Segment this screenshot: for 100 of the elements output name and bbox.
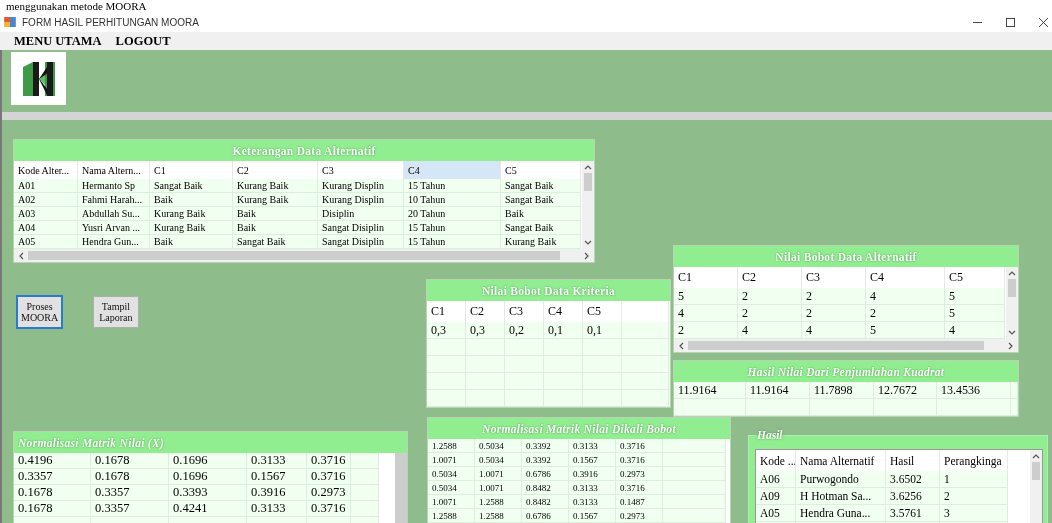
- table-cell: 0,3: [427, 322, 466, 339]
- action-button[interactable]: Proses MOORA: [16, 295, 64, 329]
- panel-title: Nilai Bobot Data Alternatif: [674, 246, 1018, 267]
- table-cell: A05: [756, 505, 796, 522]
- table-cell: [663, 481, 726, 495]
- close-icon[interactable]: [1039, 17, 1048, 27]
- table-cell: [746, 399, 810, 416]
- table-cell: 0.1696: [169, 469, 247, 485]
- table-cell: 11.9164: [674, 382, 746, 399]
- table-cell: 15 Tahun: [404, 179, 501, 193]
- table-cell: 1.2588: [428, 509, 475, 523]
- table-cell: Hendra Gun...: [78, 235, 150, 249]
- table-cell: Purwogondo: [796, 471, 886, 488]
- table-cell: 0.3133: [569, 481, 616, 495]
- table-cell: [351, 469, 379, 485]
- menu-item[interactable]: MENU UTAMA: [14, 33, 102, 49]
- table-cell: 0.3716: [616, 481, 663, 495]
- table-cell: 10 Tahun: [404, 193, 501, 207]
- table-cell: Kurang Baik: [150, 207, 233, 221]
- chevron-down-icon[interactable]: [584, 240, 592, 246]
- table-cell: 13.4536: [937, 382, 1011, 399]
- table-cell: 0.1487: [616, 495, 663, 509]
- horizontal-scrollbar[interactable]: [14, 249, 594, 262]
- table-cell: 3.6502: [886, 471, 940, 488]
- chevron-right-icon[interactable]: [584, 251, 590, 260]
- table-cell: 0.3716: [616, 453, 663, 467]
- table-cell: A09: [756, 488, 796, 505]
- table-cell: [663, 467, 726, 481]
- table-cell: Kurang Baik: [233, 193, 318, 207]
- table-cell: [622, 339, 669, 356]
- panel-title: Hasil Nilai Dari Penjumlahan Kuadrat: [674, 361, 1018, 382]
- horizontal-scrollbar[interactable]: [674, 339, 1018, 352]
- table-cell: 3.6256: [886, 488, 940, 505]
- vertical-scrollbar[interactable]: [582, 161, 594, 249]
- action-button[interactable]: Tampil Laporan: [93, 296, 139, 328]
- table-cell: 1: [940, 471, 1008, 488]
- table-cell: 11.9164: [746, 382, 810, 399]
- table-cell: 0,1: [544, 322, 583, 339]
- table-cell: 0.3716: [307, 501, 351, 517]
- vertical-scrollbar[interactable]: [395, 453, 407, 523]
- table-cell: Kurang Baik: [233, 179, 318, 193]
- maximize-icon[interactable]: [1006, 17, 1015, 27]
- chevron-left-icon[interactable]: [18, 251, 24, 260]
- window-title: FORM HASIL PERHITUNGAN MOORA: [22, 16, 199, 28]
- table-cell: [466, 390, 505, 407]
- table-cell: A01: [14, 179, 78, 193]
- table-cell: 1.0071: [428, 495, 475, 509]
- chevron-up-icon[interactable]: [1032, 453, 1040, 459]
- table-cell: 0.3133: [247, 501, 307, 517]
- table-cell: 3.5761: [886, 505, 940, 522]
- scrollbar-thumb[interactable]: [688, 341, 984, 350]
- scrollbar-thumb[interactable]: [1008, 279, 1016, 297]
- table-cell: 0.4196: [14, 453, 91, 469]
- group-title: Hasil: [756, 429, 784, 441]
- table-cell: 1.0071: [475, 481, 522, 495]
- panel-title: Keterangan Data Alternatif: [14, 140, 594, 161]
- table-cell: 2: [940, 488, 1008, 505]
- table-cell: [674, 399, 746, 416]
- table-cell: 0.3392: [522, 439, 569, 453]
- column-header[interactable]: C4: [404, 161, 501, 179]
- vertical-scrollbar[interactable]: [1030, 450, 1042, 523]
- table-cell: [505, 390, 544, 407]
- menu-item[interactable]: LOGOUT: [115, 33, 171, 49]
- table-cell: Kurang Displin: [318, 179, 404, 193]
- table-cell: 1.0071: [475, 467, 522, 481]
- table-cell: [351, 485, 379, 501]
- chevron-up-icon[interactable]: [584, 164, 592, 170]
- table-cell: 0.8482: [522, 481, 569, 495]
- table-cell: [663, 495, 726, 509]
- scrollbar-thumb[interactable]: [584, 173, 592, 191]
- app-icon: [4, 17, 16, 27]
- chevron-up-icon[interactable]: [1008, 270, 1016, 276]
- chevron-down-icon[interactable]: [1008, 330, 1016, 336]
- panel-title: Normalisasi Matrik Nilai Dikali Bobot: [428, 418, 730, 439]
- table-cell: Kurang Baik: [501, 235, 581, 249]
- document-caption: menggunakan metode MOORA: [5, 0, 147, 12]
- table-cell: [427, 390, 466, 407]
- table-cell: Baik: [233, 221, 318, 235]
- table-cell: Kurang Baik: [150, 221, 233, 235]
- table-cell: 0.4241: [169, 501, 247, 517]
- chevron-right-icon[interactable]: [1008, 341, 1014, 350]
- table-cell: [810, 399, 874, 416]
- table-cell: 5: [866, 322, 945, 339]
- table-cell: 2: [802, 305, 866, 322]
- table-cell: 4: [866, 288, 945, 305]
- table-cell: 0,2: [505, 322, 544, 339]
- panel-title: Nilai Bobot Data Kriteria: [427, 280, 670, 301]
- scrollbar-thumb[interactable]: [1032, 462, 1040, 480]
- table-cell: 4: [945, 322, 1005, 339]
- chevron-left-icon[interactable]: [678, 341, 684, 350]
- table-cell: Hermanto Sp: [78, 179, 150, 193]
- logo-icon: [11, 52, 66, 105]
- vertical-scrollbar[interactable]: [1006, 267, 1018, 339]
- scrollbar-thumb[interactable]: [28, 251, 560, 260]
- table-cell: H Hotman Sa...: [796, 488, 886, 505]
- table-cell: Hendra Guna...: [796, 505, 886, 522]
- table-cell: [663, 453, 726, 467]
- table-cell: Fahmi Harah...: [78, 193, 150, 207]
- table-cell: 0.1567: [569, 509, 616, 523]
- table-cell: 0.8482: [522, 495, 569, 509]
